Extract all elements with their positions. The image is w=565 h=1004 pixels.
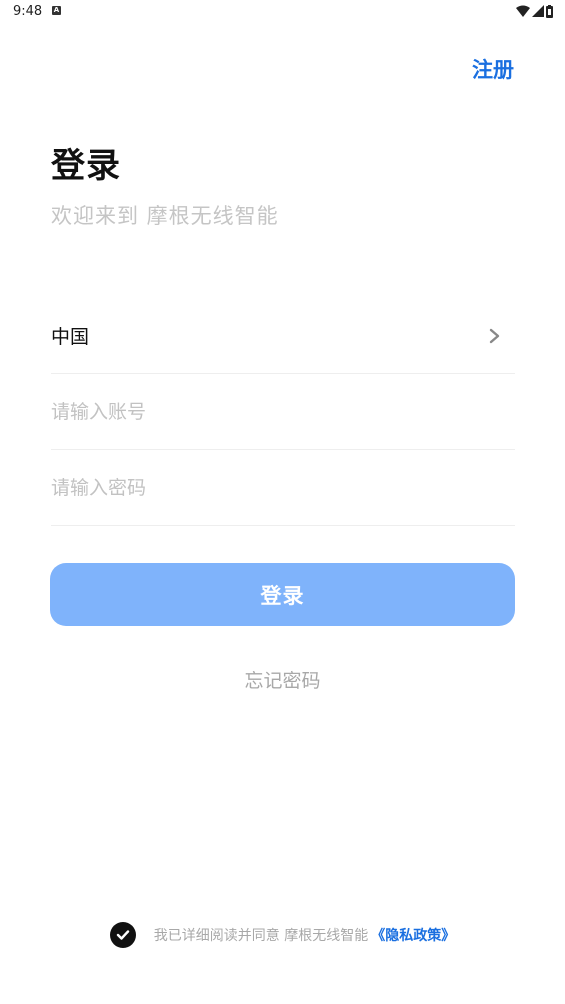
password-row [51, 450, 515, 526]
welcome-text: 欢迎来到 摩根无线智能 [51, 204, 279, 228]
password-input[interactable] [51, 476, 515, 499]
wifi-icon [516, 5, 530, 17]
forgot-password-link[interactable]: 忘记密码 [0, 666, 565, 693]
page-title: 登录 [51, 146, 121, 186]
account-row [51, 374, 515, 450]
agreement-bar: 我已详细阅读并同意 摩根无线智能 《隐私政策》 [0, 922, 565, 948]
account-input[interactable] [51, 400, 515, 423]
status-time: 9:48 [13, 4, 43, 19]
region-selector[interactable]: 中国 [51, 298, 515, 374]
privacy-policy-link[interactable]: 《隐私政策》 [371, 925, 455, 945]
login-form: 中国 [51, 298, 515, 526]
check-icon [116, 930, 129, 940]
login-screen: 9:48 A 注册 登录 欢迎来到 摩根无线智能 中国 请输入账号 登录 忘记密… [0, 0, 565, 1004]
status-bar: 9:48 A [0, 0, 565, 24]
agreement-text: 我已详细阅读并同意 摩根无线智能 [153, 928, 369, 944]
signal-icon [532, 5, 544, 17]
login-button[interactable]: 登录 [50, 563, 515, 626]
battery-icon [546, 4, 553, 18]
notification-icon: A [52, 6, 61, 15]
region-label: 中国 [51, 326, 90, 348]
register-link[interactable]: 注册 [472, 54, 514, 84]
agree-checkbox[interactable] [109, 922, 136, 948]
chevron-right-icon [489, 328, 500, 343]
status-icons [516, 4, 553, 18]
